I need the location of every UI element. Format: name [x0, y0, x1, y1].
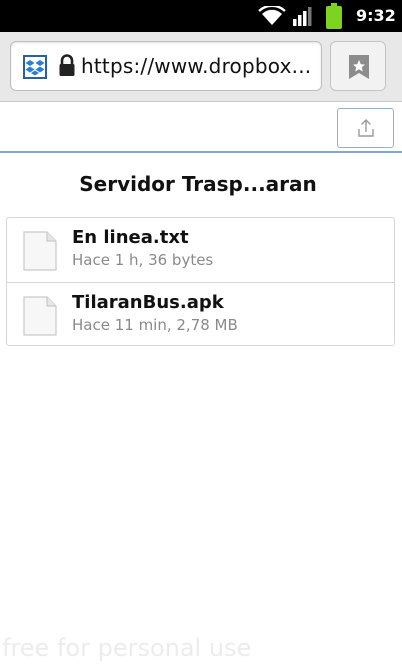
- status-bar: 9:32: [0, 0, 402, 32]
- dropbox-icon: [23, 55, 47, 79]
- clock: 9:32: [356, 6, 396, 25]
- upload-icon: [358, 119, 374, 137]
- battery-icon: [326, 3, 342, 29]
- file-list: En linea.txt Hace 1 h, 36 bytes TilaranB…: [6, 217, 395, 346]
- file-name: En linea.txt: [72, 227, 189, 248]
- bookmark-button[interactable]: [330, 41, 386, 91]
- file-icon: [23, 231, 57, 271]
- bookmark-star-icon: [349, 55, 369, 79]
- browser-toolbar: https://www.dropbox...: [0, 32, 402, 102]
- lock-icon: [59, 54, 75, 76]
- signal-icon: [293, 7, 312, 26]
- watermark: free for personal use: [2, 634, 252, 662]
- url-text: https://www.dropbox...: [81, 54, 312, 78]
- action-bar: [0, 103, 402, 153]
- folder-title: Servidor Trasp...aran: [79, 172, 317, 196]
- file-icon: [23, 296, 57, 336]
- file-name: TilaranBus.apk: [72, 292, 224, 313]
- url-field[interactable]: https://www.dropbox...: [10, 41, 322, 91]
- upload-button[interactable]: [337, 108, 394, 148]
- file-meta: Hace 1 h, 36 bytes: [72, 251, 214, 269]
- file-meta: Hace 11 min, 2,78 MB: [72, 316, 238, 334]
- file-row[interactable]: TilaranBus.apk Hace 11 min, 2,78 MB: [7, 282, 394, 346]
- wifi-icon: [258, 6, 286, 25]
- file-row[interactable]: En linea.txt Hace 1 h, 36 bytes: [7, 218, 394, 282]
